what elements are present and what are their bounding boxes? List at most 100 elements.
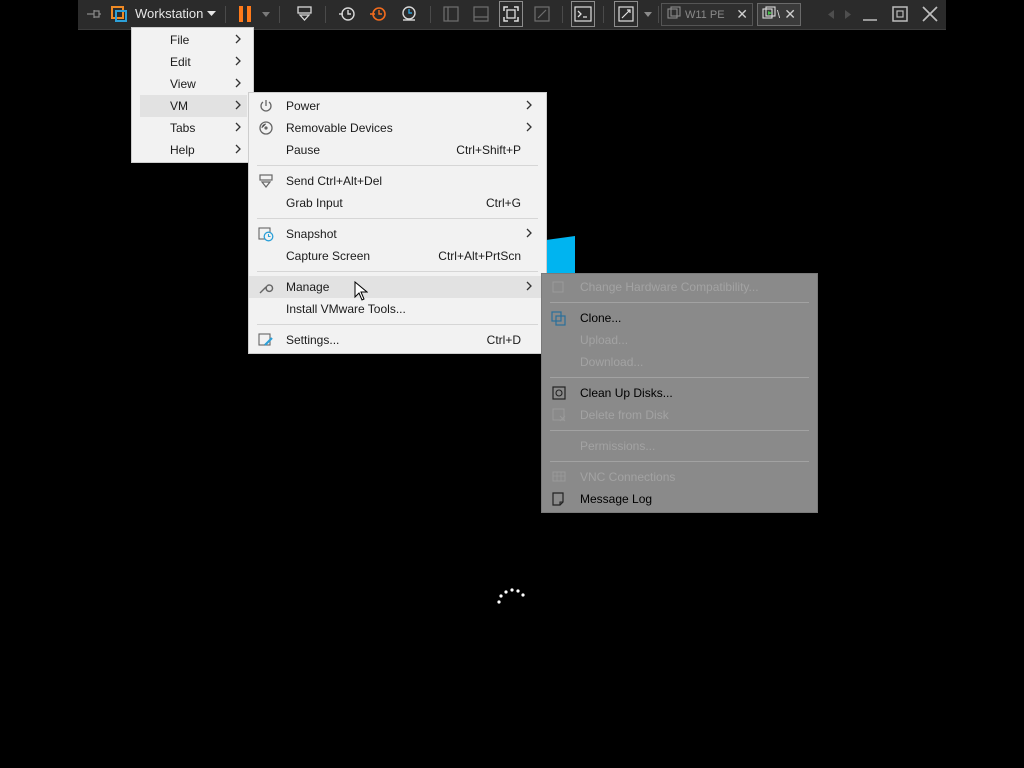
pin-icon[interactable] bbox=[84, 0, 104, 28]
full-screen-icon[interactable] bbox=[499, 1, 523, 27]
revert-snapshot-icon[interactable] bbox=[367, 0, 389, 28]
menu-item-power[interactable]: Power bbox=[249, 95, 546, 117]
menu-item-label: Download... bbox=[580, 355, 644, 369]
menu-item-pause[interactable]: Pause Ctrl+Shift+P bbox=[249, 139, 546, 161]
toolbar-separator bbox=[603, 6, 604, 23]
unity-icon[interactable] bbox=[532, 0, 552, 28]
menu-item-vm[interactable]: VM bbox=[140, 95, 247, 117]
menu-item-settings[interactable]: Settings... Ctrl+D bbox=[249, 329, 546, 351]
menu-item-label: Snapshot bbox=[286, 227, 337, 241]
hardware-compatibility-icon bbox=[552, 281, 564, 293]
shortcut-label: Ctrl+Shift+P bbox=[456, 143, 521, 157]
toolbar-separator bbox=[562, 6, 563, 23]
snapshot-manager-icon[interactable] bbox=[398, 0, 420, 28]
menu-item-label: Message Log bbox=[580, 492, 653, 506]
menu-item-manage[interactable]: Manage bbox=[249, 276, 546, 298]
clean-disk-icon bbox=[552, 386, 566, 400]
menu-item-label: Settings... bbox=[286, 333, 340, 347]
menu-item-tabs[interactable]: Tabs bbox=[132, 117, 253, 139]
workstation-logo-icon[interactable] bbox=[109, 0, 129, 28]
chevron-right-icon bbox=[235, 78, 241, 88]
menu-item-label: Removable Devices bbox=[286, 121, 393, 135]
power-dropdown-icon[interactable] bbox=[261, 0, 271, 28]
tab-scroll-left-icon[interactable] bbox=[825, 0, 837, 28]
menu-item-message-log[interactable]: Message Log bbox=[542, 488, 817, 510]
menu-item-view[interactable]: View bbox=[132, 73, 253, 95]
close-tab-icon[interactable]: ✕ bbox=[784, 7, 796, 21]
menu-item-clean-up-disks[interactable]: Clean Up Disks... bbox=[542, 382, 817, 404]
console-view-icon[interactable] bbox=[571, 1, 595, 27]
workstation-menu-label[interactable]: Workstation bbox=[135, 6, 203, 21]
menu-item-label: Tabs bbox=[170, 121, 196, 135]
menu-item-removable-devices[interactable]: Removable Devices bbox=[249, 117, 546, 139]
menu-item-file[interactable]: File bbox=[132, 29, 253, 51]
vnc-icon bbox=[552, 471, 566, 482]
chevron-right-icon bbox=[235, 144, 241, 154]
menu-item-label: Manage bbox=[286, 280, 330, 294]
menu-item-label: Grab Input bbox=[286, 196, 343, 210]
menu-item-help[interactable]: Help bbox=[132, 139, 253, 161]
send-ctrl-alt-del-icon[interactable] bbox=[294, 0, 316, 28]
wrench-icon bbox=[259, 284, 274, 294]
loading-spinner-icon bbox=[497, 588, 525, 604]
stretch-view-icon[interactable] bbox=[614, 1, 638, 27]
mouse-cursor-icon bbox=[354, 281, 368, 301]
menu-item-label: Clone... bbox=[580, 311, 622, 325]
thumbnail-bar-icon[interactable] bbox=[471, 0, 491, 28]
chevron-right-icon bbox=[526, 122, 532, 132]
workstation-menu: File Edit View VM Tabs Help bbox=[131, 27, 254, 163]
menu-separator bbox=[550, 430, 809, 431]
power-icon bbox=[260, 100, 272, 112]
close-window-icon[interactable] bbox=[918, 0, 942, 28]
tab-scroll-right-icon[interactable] bbox=[842, 0, 854, 28]
menu-item-edit[interactable]: Edit bbox=[132, 51, 253, 73]
restore-window-icon[interactable] bbox=[888, 0, 912, 28]
snapshot-icon bbox=[258, 227, 274, 242]
menu-item-vnc-connections: VNC Connections bbox=[542, 466, 817, 488]
menu-item-grab-input[interactable]: Grab Input Ctrl+G bbox=[249, 192, 546, 214]
menu-item-label: Upload... bbox=[580, 333, 629, 347]
menu-item-permissions: Permissions... bbox=[542, 435, 817, 457]
shortcut-label: Ctrl+G bbox=[485, 196, 521, 210]
manage-menu: Change Hardware Compatibility... Clone..… bbox=[541, 273, 818, 513]
settings-icon bbox=[258, 333, 273, 346]
delete-disk-icon bbox=[552, 408, 566, 422]
chevron-right-icon bbox=[235, 100, 241, 110]
library-view-icon[interactable] bbox=[441, 0, 461, 28]
tab-active-vm[interactable]: \ ✕ bbox=[757, 3, 801, 26]
vmware-toolbar: Workstation W11 PE ✕ \ ✕ bbox=[78, 0, 946, 30]
tab-label: W11 PE bbox=[685, 8, 725, 21]
clone-icon bbox=[551, 311, 566, 326]
menu-item-capture-screen[interactable]: Capture Screen Ctrl+Alt+PrtScn bbox=[249, 245, 546, 267]
tab-label: \ bbox=[777, 8, 781, 21]
menu-separator bbox=[257, 218, 538, 219]
minimize-icon[interactable] bbox=[858, 0, 882, 28]
vm-tab-icon bbox=[667, 6, 681, 23]
menu-item-upload: Upload... bbox=[542, 329, 817, 351]
menu-separator bbox=[550, 377, 809, 378]
menu-item-label: Send Ctrl+Alt+Del bbox=[286, 174, 383, 188]
toolbar-separator bbox=[325, 6, 326, 23]
menu-item-label: Power bbox=[286, 99, 321, 113]
menu-item-download: Download... bbox=[542, 351, 817, 373]
menu-separator bbox=[257, 324, 538, 325]
close-tab-icon[interactable]: ✕ bbox=[736, 7, 748, 21]
take-snapshot-icon[interactable] bbox=[336, 0, 358, 28]
pause-icon[interactable] bbox=[236, 0, 254, 28]
menu-item-label: View bbox=[170, 77, 196, 91]
menu-separator bbox=[257, 271, 538, 272]
menu-item-clone[interactable]: Clone... bbox=[542, 307, 817, 329]
tab-w11-pe[interactable]: W11 PE ✕ bbox=[661, 3, 753, 26]
menu-item-install-vmware-tools[interactable]: Install VMware Tools... bbox=[249, 298, 546, 320]
menu-item-snapshot[interactable]: Snapshot bbox=[249, 223, 546, 245]
menu-item-label: VM bbox=[170, 99, 188, 113]
menu-item-label: Pause bbox=[286, 143, 321, 157]
chevron-right-icon bbox=[526, 228, 532, 238]
menu-item-send-ctrl-alt-del[interactable]: Send Ctrl+Alt+Del bbox=[249, 170, 546, 192]
toolbar-separator bbox=[430, 6, 431, 23]
view-dropdown-icon[interactable] bbox=[643, 0, 653, 28]
vm-menu: Power Removable Devices Pause Ctrl+Shift… bbox=[248, 92, 547, 354]
chevron-down-icon[interactable] bbox=[205, 0, 217, 28]
chevron-right-icon bbox=[526, 281, 532, 291]
removable-devices-icon bbox=[259, 121, 273, 135]
